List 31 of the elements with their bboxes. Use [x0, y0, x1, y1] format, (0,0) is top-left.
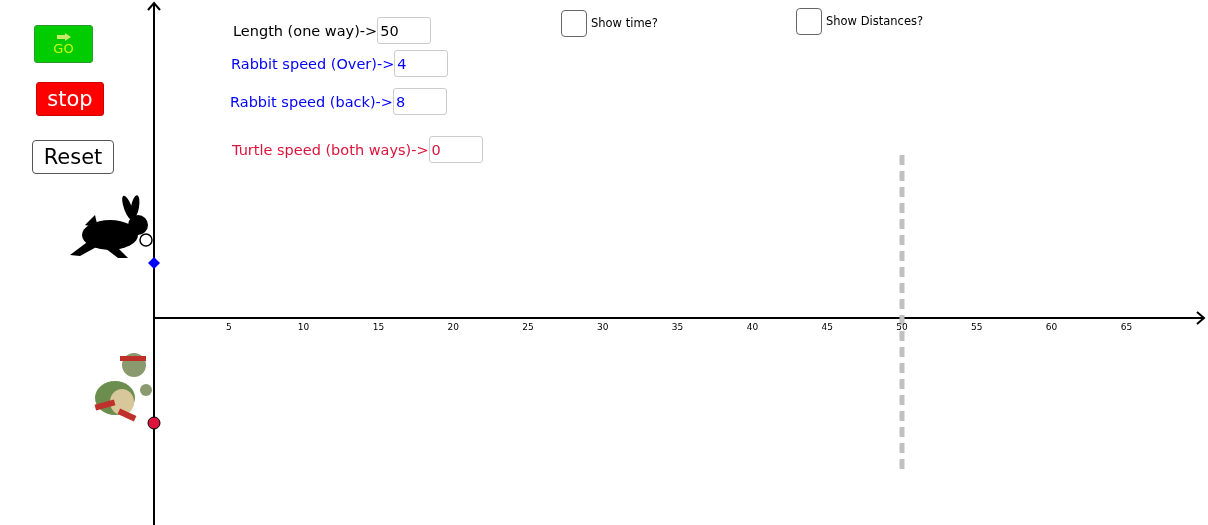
input-field[interactable]: 4 — [394, 50, 449, 77]
input-label: Turtle speed (both ways)-> — [232, 141, 429, 158]
rabbit-point[interactable] — [148, 257, 160, 269]
input-field[interactable]: 50 — [377, 17, 432, 44]
input-label: Length (one way)-> — [233, 22, 378, 39]
axis-tick-label: 30 — [597, 322, 609, 332]
input-field[interactable]: 0 — [428, 136, 483, 163]
stop-button[interactable]: stop — [36, 82, 104, 116]
axis-tick-label: 40 — [746, 322, 759, 332]
reset-button[interactable]: Reset — [32, 140, 114, 174]
axis-tick-label: 50 — [896, 322, 908, 332]
input-label: Rabbit speed (Over)-> — [231, 55, 395, 72]
axis-tick-label: 65 — [1120, 322, 1133, 332]
checkbox[interactable] — [561, 10, 587, 37]
checkbox[interactable] — [796, 8, 822, 35]
checkbox-label: Show time? — [591, 15, 658, 30]
axis-tick-label: 15 — [372, 322, 385, 332]
axis-tick-label: 10 — [297, 322, 310, 332]
checkbox-label: Show Distances? — [826, 13, 924, 28]
axis-tick-label: 25 — [522, 322, 534, 332]
axis-tick-label: 45 — [821, 322, 833, 332]
axis-tick-label: 35 — [671, 322, 684, 332]
axis-tick-label: 5 — [225, 322, 232, 332]
axis-tick-label: 60 — [1045, 322, 1058, 332]
turtle-drawing — [94, 353, 152, 422]
input-field[interactable]: 8 — [392, 88, 447, 115]
turtle-point[interactable] — [147, 416, 161, 430]
arrow-icon — [56, 32, 71, 41]
axis-tick-label: 20 — [447, 322, 459, 332]
input-label: Rabbit speed (back)-> — [230, 93, 393, 110]
axis-tick-label: 55 — [971, 322, 983, 332]
